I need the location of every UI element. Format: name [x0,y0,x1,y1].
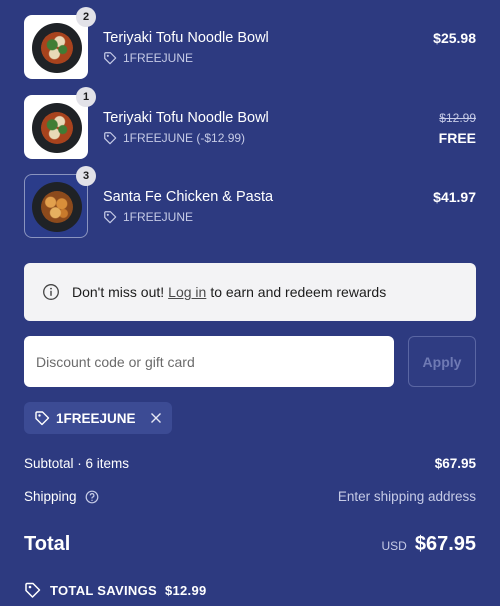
shipping-row: Shipping Enter shipping address [24,489,476,509]
product-thumbnail [24,15,88,79]
cart-line-item: 2 Teriyaki Tofu Noodle Bowl 1FREEJUNE $2… [24,7,476,79]
total-amount-group: USD $67.95 [381,533,476,556]
tag-icon [104,211,117,224]
item-name: Teriyaki Tofu Noodle Bowl [103,30,269,46]
cart-line-item: 1 Teriyaki Tofu Noodle Bowl 1FREEJUNE (-… [24,87,476,159]
original-price: $12.99 [439,111,476,125]
teriyaki-tofu-bowl-image [32,103,82,153]
subtotal-value: $67.95 [434,456,476,471]
total-savings: TOTAL SAVINGS $12.99 [24,581,207,599]
applied-discount-chip: 1FREEJUNE [24,402,172,434]
login-link[interactable]: Log in [168,284,206,300]
quantity-badge: 3 [76,166,96,186]
discount-code-label: 1FREEJUNE [123,51,194,65]
product-thumbnail [24,95,88,159]
close-icon[interactable] [150,412,162,424]
notice-text-rest: to earn and redeem rewards [210,284,387,300]
help-icon[interactable] [85,490,99,504]
currency-code: USD [381,539,407,553]
subtotal-label: Subtotal · 6 items [24,456,130,471]
shipping-label-group: Shipping [24,489,99,504]
santa-fe-chicken-pasta-image [32,182,82,232]
savings-label: TOTAL SAVINGS [50,582,157,598]
total-amount: $67.95 [414,533,476,555]
item-discount: 1FREEJUNE [103,210,193,224]
item-price: $41.97 [433,189,476,205]
item-name: Santa Fe Chicken & Pasta [103,189,274,205]
teriyaki-tofu-bowl-image [32,23,82,73]
rewards-notice: Don't miss out! Log in to earn and redee… [24,263,476,321]
product-thumbnail [24,174,88,238]
item-discount: 1FREEJUNE (-$12.99) [103,131,245,145]
item-discount: 1FREEJUNE [103,51,193,65]
tags-icon [25,582,41,598]
discount-code-label: 1FREEJUNE [123,210,194,224]
item-price: FREE [438,130,476,146]
apply-button[interactable]: Apply [408,336,476,387]
subtotal-row: Subtotal · 6 items $67.95 [24,456,476,476]
info-icon [43,284,59,300]
applied-code-label: 1FREEJUNE [56,410,136,426]
discount-code-input[interactable] [24,336,394,387]
tag-icon [104,132,117,145]
tag-icon [104,52,117,65]
cart-line-item: 3 Santa Fe Chicken & Pasta 1FREEJUNE $41… [24,166,476,238]
shipping-value: Enter shipping address [337,489,476,504]
total-label: Total [24,533,71,555]
quantity-badge: 2 [76,7,96,27]
item-name: Teriyaki Tofu Noodle Bowl [103,110,269,126]
item-price: $25.98 [433,30,476,46]
tag-icon [35,411,50,426]
notice-text: Don't miss out! [72,284,165,300]
savings-amount: $12.99 [164,582,207,598]
shipping-label: Shipping [24,489,77,504]
discount-code-label: 1FREEJUNE (-$12.99) [123,131,246,145]
quantity-badge: 1 [76,87,96,107]
